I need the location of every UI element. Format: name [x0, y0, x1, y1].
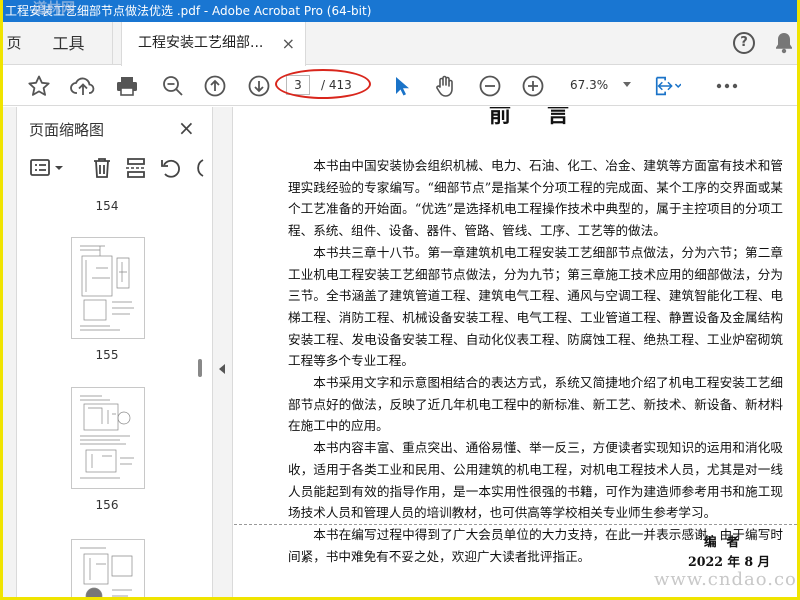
sidebar-left-edge — [3, 107, 17, 597]
thumbnail-label: 156 — [95, 498, 119, 512]
document-view[interactable]: 前言 本书由中国安装协会组织机械、电力、石油、化工、冶金、建筑等方面富有技术和管… — [234, 107, 797, 597]
paragraph: 本书由中国安装协会组织机械、电力、石油、化工、冶金、建筑等方面富有技术和管理实践… — [288, 158, 783, 239]
page-thumbnail[interactable] — [71, 387, 145, 489]
next-page-icon[interactable] — [245, 72, 273, 100]
zoom-dropdown-chevron-icon[interactable] — [623, 82, 631, 87]
paragraph: 本书共三章十八节。第一章建筑机电工程安装工艺细部节点做法，分为六节；第二章工业机… — [288, 244, 783, 369]
paragraph: 本书采用文字和示意图相结合的表达方式，系统又简捷地介绍了机电工程安装工艺细部节点… — [288, 375, 783, 434]
zoom-in-icon[interactable] — [519, 72, 547, 100]
acrobat-window: 工程安装工艺细部节点做法优选 .pdf - Adobe Acrobat Pro … — [3, 0, 797, 597]
delete-page-icon[interactable] — [91, 156, 113, 184]
sidebar-title: 页面缩略图 — [29, 121, 105, 139]
collapse-arrow-icon[interactable] — [219, 364, 225, 374]
hand-tool-icon[interactable] — [431, 72, 459, 100]
thumbnail-label: 154 — [95, 199, 119, 213]
thumbnail-label: 155 — [95, 348, 119, 362]
tab-close-icon[interactable]: × — [282, 22, 295, 65]
bell-icon[interactable] — [775, 32, 793, 58]
previous-page-icon[interactable] — [201, 72, 229, 100]
site-watermark: www.cndao.com — [654, 569, 797, 590]
page-thumbnail[interactable] — [71, 539, 145, 597]
rotate-right-icon[interactable] — [191, 156, 205, 184]
tab-document-label: 工程安装工艺细部... — [138, 35, 264, 51]
sidebar-close-icon[interactable]: × — [178, 116, 195, 140]
star-icon[interactable] — [25, 72, 53, 100]
tab-home[interactable]: 页 — [3, 22, 25, 65]
page-thumbnails-panel: 页面缩略图 × 154 155 156 — [3, 107, 213, 597]
watermark-logo: 道林网 — [33, 1, 75, 17]
sidebar-toolbar — [17, 152, 213, 188]
zoom-out-search-icon[interactable] — [159, 72, 187, 100]
sidebar-collapse-strip[interactable] — [213, 107, 233, 597]
title-bar: 工程安装工艺细部节点做法优选 .pdf - Adobe Acrobat Pro … — [3, 0, 797, 22]
tab-bar: 页 工具 工程安装工艺细部... × ? — [3, 22, 797, 66]
page-break-divider — [234, 524, 797, 525]
tab-tools[interactable]: 工具 — [25, 22, 113, 65]
tab-document[interactable]: 工程安装工艺细部... × — [121, 22, 306, 66]
rotate-left-icon[interactable] — [159, 156, 183, 184]
zoom-out-icon[interactable] — [476, 72, 504, 100]
help-icon[interactable]: ? — [733, 32, 755, 54]
sidebar-scrollbar[interactable] — [196, 197, 204, 597]
paragraph: 本书内容丰富、重点突出、通俗易懂、举一反三，方便读者实现知识的运用和消化吸收，适… — [288, 440, 783, 521]
more-tools-icon[interactable] — [713, 72, 741, 100]
thumbnail-options-icon[interactable] — [29, 156, 67, 184]
cloud-upload-icon[interactable] — [69, 72, 97, 100]
fit-page-icon[interactable] — [653, 72, 681, 100]
page-heading: 前言 — [489, 107, 606, 128]
author-signature: 编者 — [704, 534, 750, 549]
page-thumbnail[interactable] — [71, 237, 145, 339]
signature-date: 2022 年 8 月 — [688, 554, 771, 569]
select-cursor-icon[interactable] — [387, 72, 415, 100]
print-icon[interactable] — [113, 72, 141, 100]
zoom-level-select[interactable]: 67.3% — [570, 76, 608, 94]
scrollbar-thumb[interactable] — [198, 359, 202, 377]
main-toolbar: 3 / 413 67.3% — [3, 66, 797, 106]
document-body: 本书由中国安装协会组织机械、电力、石油、化工、冶金、建筑等方面富有技术和管理实践… — [288, 155, 783, 567]
extract-page-icon[interactable] — [125, 156, 147, 184]
highlight-annotation-oval — [275, 69, 371, 99]
